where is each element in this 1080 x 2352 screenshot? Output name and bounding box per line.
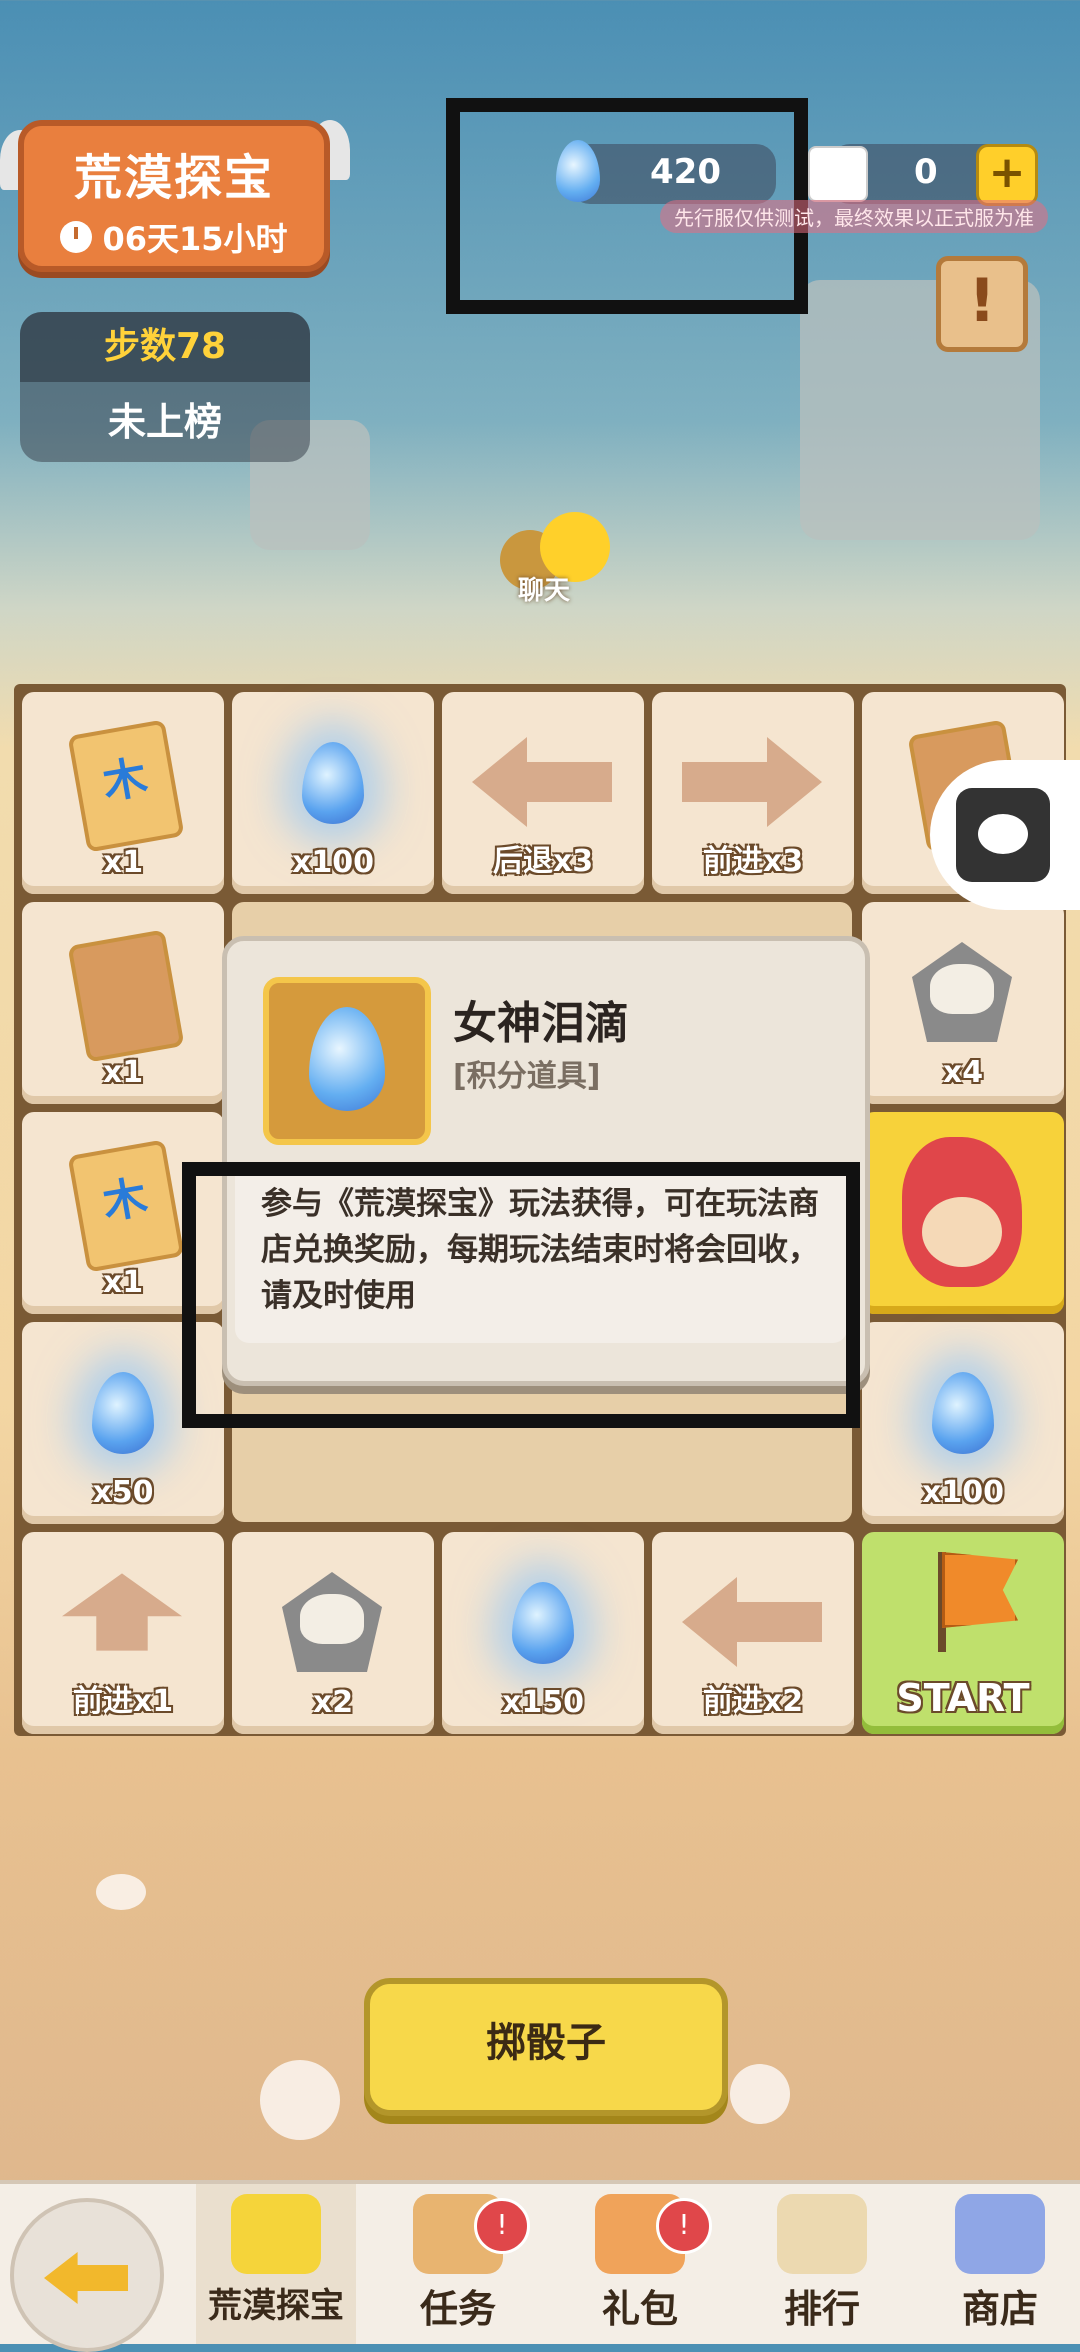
item-name: 女神泪滴 bbox=[453, 998, 629, 1049]
event-timer: 06天15小时 bbox=[24, 214, 324, 260]
podium-icon bbox=[777, 2194, 867, 2274]
tile-label: START bbox=[896, 1676, 1030, 1720]
cheese-block-icon bbox=[231, 2194, 321, 2274]
fossil-skull-icon bbox=[912, 942, 1012, 1042]
add-dice-button[interactable]: + bbox=[976, 144, 1038, 206]
board-tile: x2 bbox=[232, 1532, 434, 1734]
info-button[interactable]: ! bbox=[936, 256, 1028, 352]
message-icon bbox=[956, 788, 1050, 882]
tile-label: x1 bbox=[102, 845, 144, 880]
test-server-notice: 先行服仅供测试，最终效果以正式服为准 bbox=[660, 200, 1048, 233]
paw-card-icon bbox=[67, 929, 185, 1063]
dice-value: 0 bbox=[914, 152, 938, 192]
tears-value: 420 bbox=[650, 152, 721, 192]
tile-label: 前进x1 bbox=[72, 1684, 174, 1719]
nav-label: 商店 bbox=[961, 2287, 1038, 2331]
chat-label[interactable]: 聊天 bbox=[518, 570, 570, 607]
description-highlight-box bbox=[182, 1162, 860, 1428]
pebble-decoration-icon bbox=[96, 1874, 146, 1910]
back-button[interactable] bbox=[10, 2198, 164, 2352]
glyph-card-icon: 木 bbox=[67, 1139, 185, 1273]
board-tile: x150 bbox=[442, 1532, 644, 1734]
board-tile: 前进x2 bbox=[652, 1532, 854, 1734]
tile-label: x2 bbox=[312, 1685, 354, 1720]
steps-count: 步数78 bbox=[20, 312, 310, 382]
arrow-left-icon bbox=[472, 737, 612, 827]
tile-label: x150 bbox=[502, 1685, 584, 1720]
board-tile-current bbox=[862, 1112, 1064, 1314]
fossil-skull-icon bbox=[282, 1572, 382, 1672]
board-tile: x100 bbox=[862, 1322, 1064, 1524]
board-tile-start: START bbox=[862, 1532, 1064, 1734]
tears-counter[interactable]: 420 bbox=[570, 144, 776, 204]
board-tile: 前进x3 bbox=[652, 692, 854, 894]
nav-label: 礼包 bbox=[601, 2287, 678, 2331]
nav-tab-tasks[interactable]: ! 任务 bbox=[378, 2184, 538, 2344]
event-timer-text: 06天15小时 bbox=[102, 220, 288, 258]
tile-label: 前进x2 bbox=[702, 1684, 804, 1719]
board-tile: x100 bbox=[232, 692, 434, 894]
event-title-banner: 荒漠探宝 06天15小时 bbox=[18, 120, 330, 272]
nav-tab-ranking[interactable]: 排行 bbox=[742, 2184, 902, 2344]
dinosaur-player-icon bbox=[902, 1137, 1022, 1287]
arrow-left-icon bbox=[682, 1577, 822, 1667]
board-tile: x4 bbox=[862, 902, 1064, 1104]
notification-bell-icon: ! bbox=[656, 2198, 712, 2254]
tile-label: x4 bbox=[942, 1055, 984, 1090]
tile-label: x100 bbox=[292, 845, 374, 880]
tear-drop-icon bbox=[302, 742, 364, 824]
board-tile: x1 bbox=[22, 902, 224, 1104]
arrow-right-icon bbox=[682, 737, 822, 827]
tile-label: x100 bbox=[922, 1475, 1004, 1510]
clock-icon bbox=[60, 221, 93, 253]
board-tile: 木 x1 bbox=[22, 692, 224, 894]
tear-drop-icon bbox=[512, 1582, 574, 1664]
tile-label: x50 bbox=[92, 1475, 154, 1510]
start-flag-icon bbox=[942, 1552, 1018, 1628]
tile-label: 前进x3 bbox=[702, 844, 804, 879]
tile-label: 后退x3 bbox=[492, 844, 594, 879]
nav-tab-gift-pack[interactable]: ! 礼包 bbox=[560, 2184, 720, 2344]
nav-tab-shop[interactable]: 商店 bbox=[920, 2184, 1080, 2344]
steps-panel: 步数78 未上榜 bbox=[20, 312, 310, 462]
nav-label: 排行 bbox=[783, 2287, 860, 2331]
notification-bell-icon: ! bbox=[474, 2198, 530, 2254]
board-tile: 前进x1 bbox=[22, 1532, 224, 1734]
glyph-card-icon: 木 bbox=[67, 719, 185, 853]
shop-icon bbox=[955, 2194, 1045, 2274]
side-chat-button[interactable] bbox=[930, 760, 1080, 910]
back-arrow-icon bbox=[44, 2252, 128, 2304]
arrow-up-icon bbox=[62, 1573, 182, 1651]
roll-dice-button[interactable]: 掷骰子 bbox=[364, 1978, 728, 2116]
tear-drop-icon bbox=[92, 1372, 154, 1454]
nav-label: 荒漠探宝 bbox=[208, 2286, 344, 2326]
event-title: 荒漠探宝 bbox=[73, 150, 274, 206]
item-icon-frame bbox=[263, 977, 431, 1145]
bottom-nav: 荒漠探宝 ! 任务 ! 礼包 排行 商店 bbox=[0, 2180, 1080, 2352]
rank-status: 未上榜 bbox=[107, 400, 222, 444]
tear-drop-icon bbox=[309, 1007, 385, 1111]
tile-label: x1 bbox=[102, 1055, 144, 1090]
item-type: [积分道具] bbox=[453, 1059, 601, 1094]
nav-tab-desert-treasure[interactable]: 荒漠探宝 bbox=[196, 2184, 356, 2344]
dice-icon bbox=[808, 146, 868, 202]
shell-decoration-icon bbox=[730, 2064, 790, 2124]
board-tile: 后退x3 bbox=[442, 692, 644, 894]
tear-drop-icon bbox=[932, 1372, 994, 1454]
nav-label: 任务 bbox=[419, 2287, 496, 2331]
shell-decoration-icon bbox=[260, 2060, 340, 2140]
